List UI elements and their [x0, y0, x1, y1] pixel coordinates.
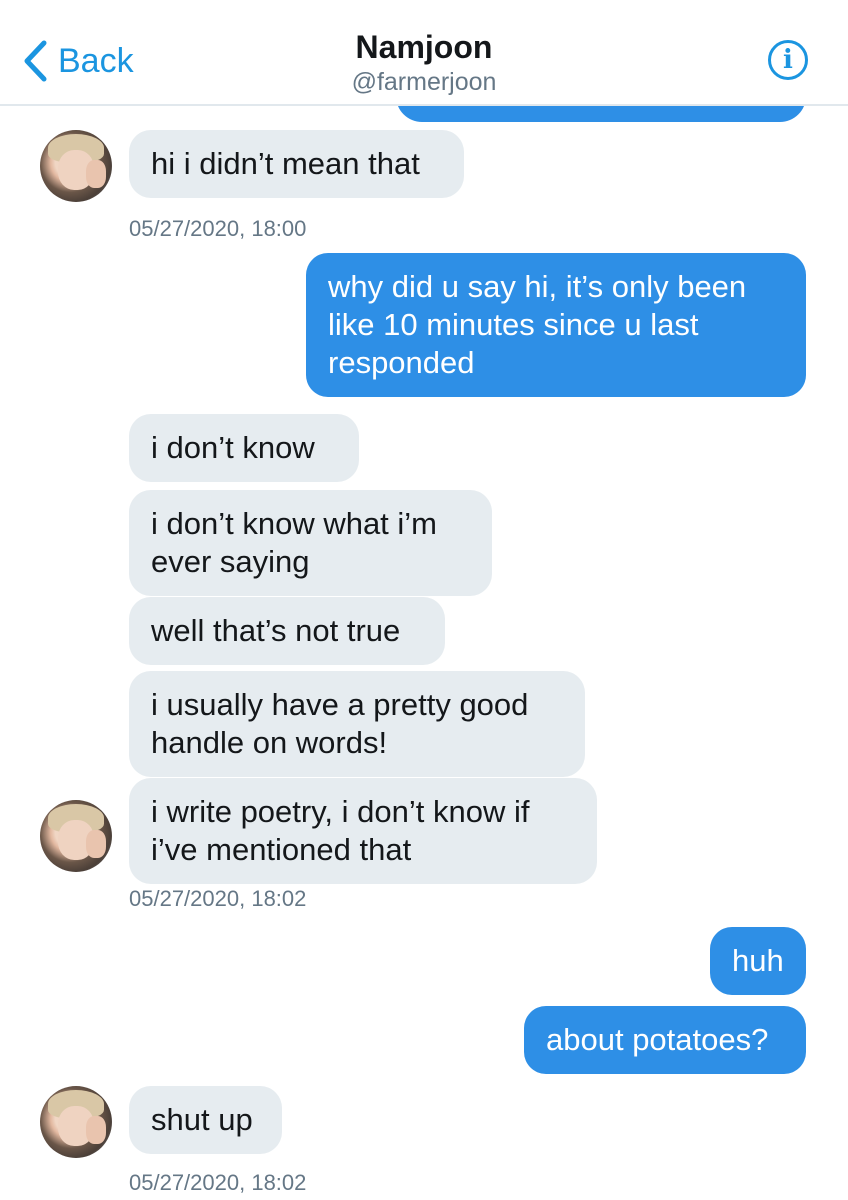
conversation-title-block: Namjoon @farmerjoon — [0, 28, 848, 98]
incoming-message: well that’s not true — [129, 597, 445, 665]
avatar[interactable] — [40, 800, 112, 872]
outgoing-message: about potatoes? — [524, 1006, 806, 1074]
message-timestamp: 05/27/2020, 18:00 — [129, 216, 307, 241]
info-icon[interactable]: i — [768, 40, 808, 80]
incoming-message: i write poetry, i don’t know if i’ve men… — [129, 778, 597, 884]
avatar[interactable] — [40, 1086, 112, 1158]
outgoing-message: huh — [710, 927, 806, 995]
incoming-message: i usually have a pretty good handle on w… — [129, 671, 585, 777]
contact-handle: @farmerjoon — [351, 68, 497, 96]
avatar[interactable] — [40, 130, 112, 202]
incoming-message: hi i didn’t mean that — [129, 130, 464, 198]
incoming-message: i don’t know — [129, 414, 359, 482]
message-timestamp: 05/27/2020, 18:02 — [129, 886, 307, 911]
dm-conversation-screen: Back Namjoon @farmerjoon i hi i didn’t m… — [0, 0, 848, 1200]
message-timestamp: 05/27/2020, 18:02 — [129, 1170, 307, 1195]
contact-name: Namjoon — [355, 29, 493, 65]
outgoing-message: why did u say hi, it’s only been like 10… — [306, 253, 806, 397]
conversation-header: Back Namjoon @farmerjoon i — [0, 0, 848, 106]
incoming-message: i don’t know what i’m ever saying — [129, 490, 492, 596]
incoming-message: shut up — [129, 1086, 282, 1154]
